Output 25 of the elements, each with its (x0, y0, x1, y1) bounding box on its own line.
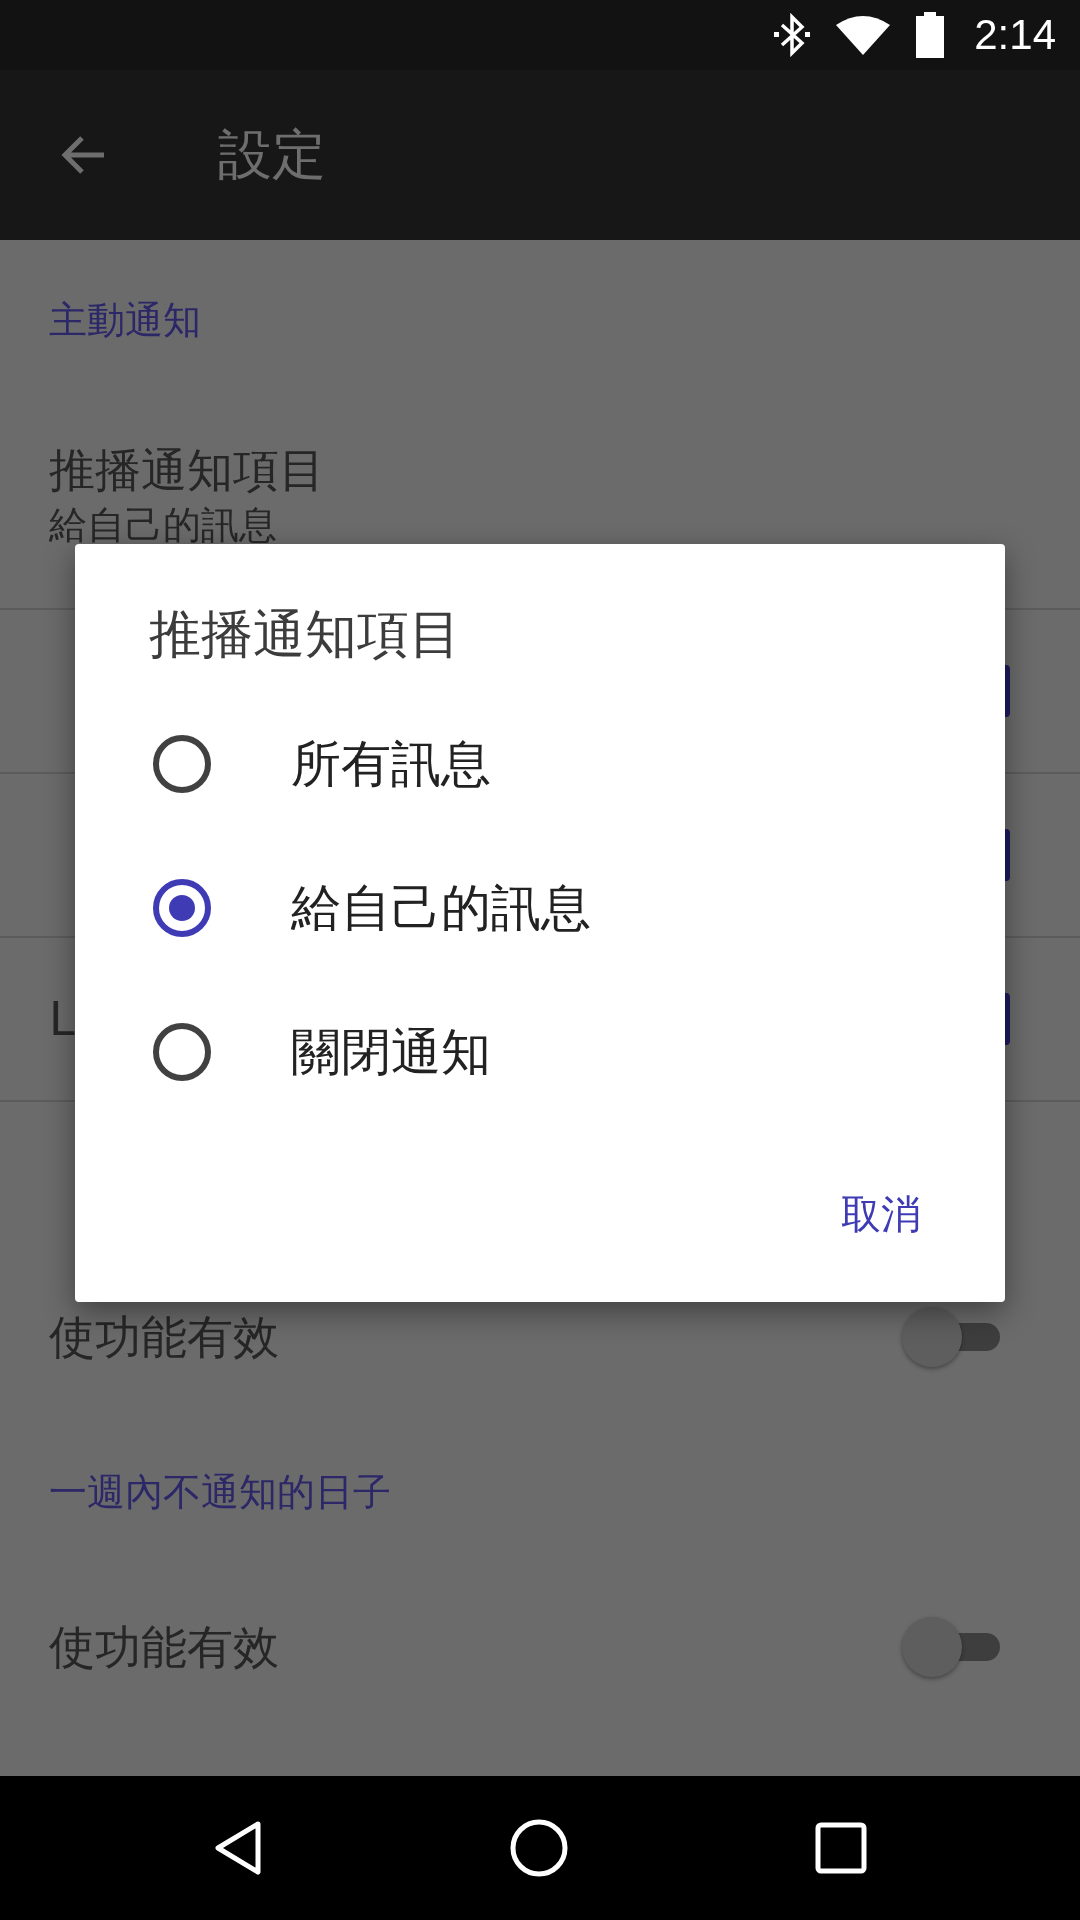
toggle-switch[interactable] (902, 1617, 1000, 1677)
battery-icon (916, 12, 945, 58)
home-icon[interactable] (509, 1818, 569, 1878)
radio-option[interactable]: 給自己的訊息 (75, 836, 1005, 980)
radio-option[interactable]: 關閉通知 (75, 980, 1005, 1124)
bluetooth-icon (774, 13, 811, 57)
recents-icon[interactable] (815, 1822, 867, 1874)
toggle-switch[interactable] (902, 1307, 1000, 1367)
clock: 2:14 (974, 11, 1056, 59)
setting-title: L (49, 991, 75, 1047)
section-header: 主動通知 (49, 296, 201, 344)
wifi-icon (836, 15, 891, 55)
setting-title: 使功能有效 (49, 1309, 279, 1365)
section-header: 一週內不通知的日子 (49, 1468, 391, 1516)
back-icon[interactable] (213, 1820, 263, 1876)
setting-value: 給自己的訊息 (49, 502, 278, 549)
setting-title: 推播通知項目 (49, 442, 326, 498)
radio-button[interactable] (153, 735, 211, 793)
setting-title: 使功能有效 (49, 1619, 279, 1675)
cancel-button[interactable]: 取消 (817, 1167, 945, 1262)
radio-button[interactable] (153, 879, 211, 937)
radio-option[interactable]: 所有訊息 (75, 692, 1005, 836)
screen-title: 設定 (218, 121, 326, 188)
radio-button[interactable] (153, 1023, 211, 1081)
dialog-title: 推播通知項目 (148, 603, 462, 666)
